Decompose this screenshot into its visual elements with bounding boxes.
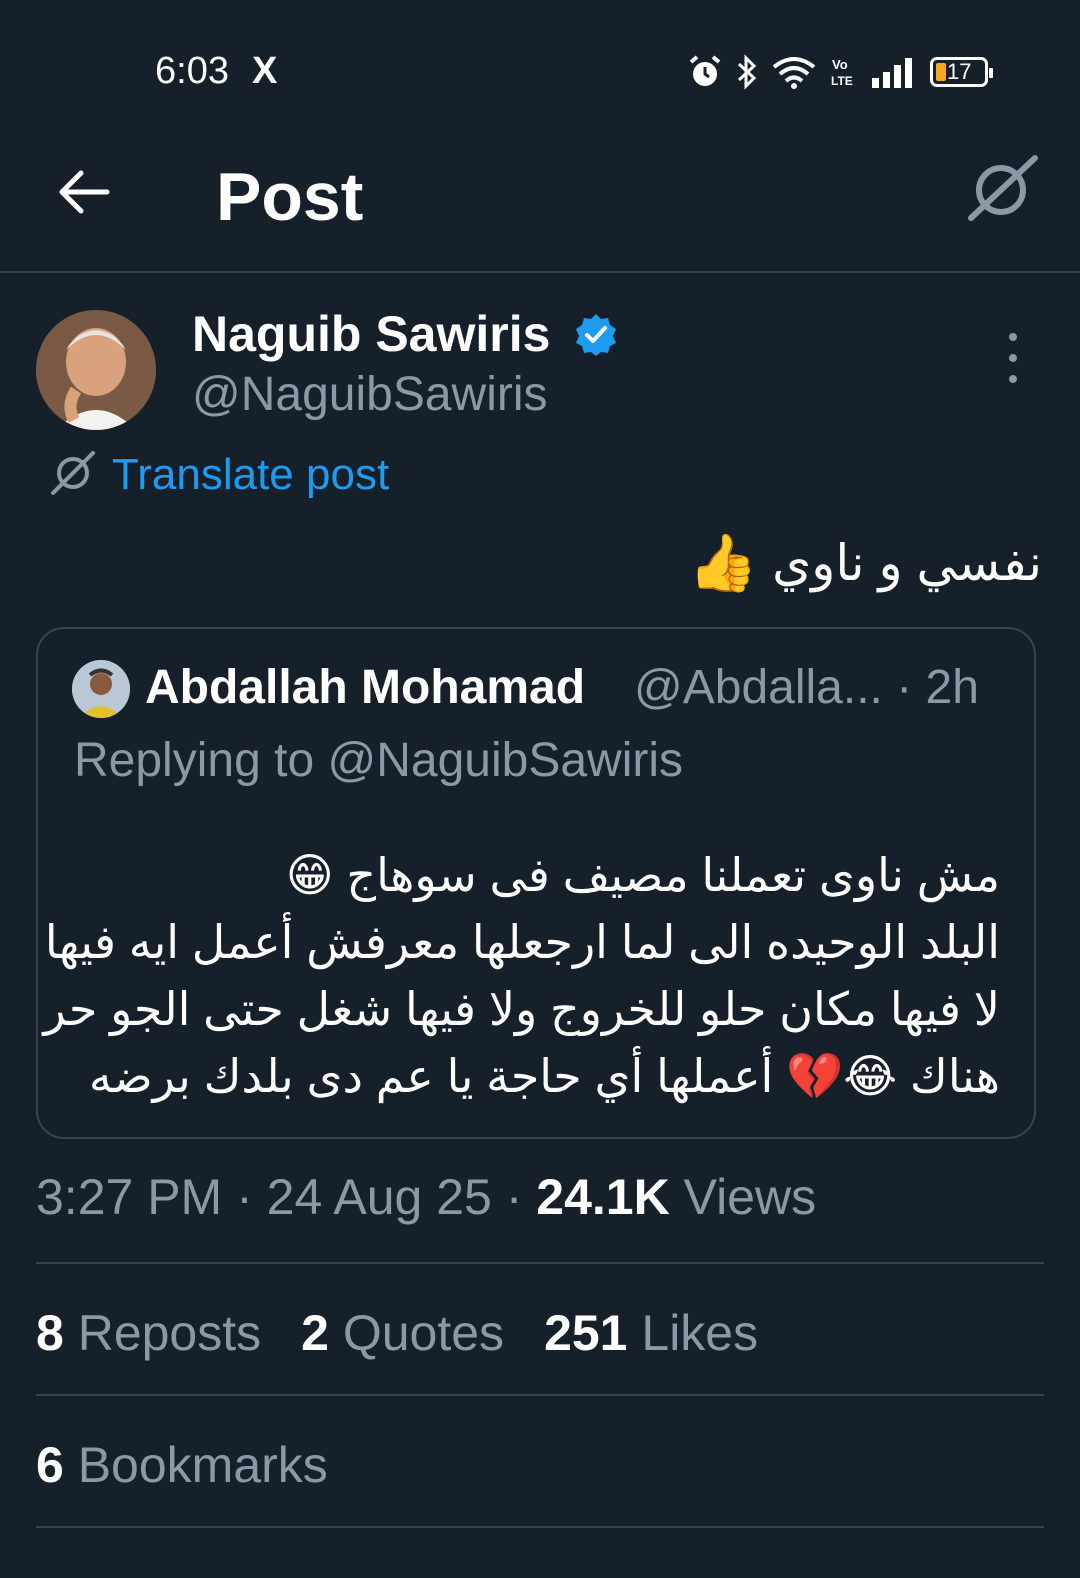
more-dot-icon: [1009, 375, 1017, 383]
arrow-left-icon: [59, 170, 110, 214]
quotes-link[interactable]: 2 Quotes: [301, 1304, 504, 1362]
bookmarks-count: 6: [36, 1437, 64, 1493]
wifi-icon: [772, 57, 816, 89]
translate-post-link[interactable]: Translate post: [112, 450, 389, 500]
quoted-post-text: مش ناوى تعملنا مصيف فى سوهاج 😁 البلد الو…: [43, 842, 1000, 1110]
bookmarks-link[interactable]: 6 Bookmarks: [36, 1436, 328, 1494]
stats-divider: [36, 1394, 1044, 1396]
thumbs-up-emoji: 👍: [688, 531, 759, 594]
battery-icon: 17: [930, 57, 993, 87]
reposts-link[interactable]: 8 Reposts: [36, 1304, 261, 1362]
svg-text:Vo: Vo: [832, 57, 848, 72]
reposts-label: Reposts: [63, 1305, 262, 1361]
likes-label: Likes: [627, 1305, 759, 1361]
bookmarks-divider: [36, 1526, 1044, 1528]
more-dot-icon: [1009, 333, 1017, 341]
quoted-author-name: Abdallah Mohamad: [145, 661, 586, 714]
replying-to-label: Replying to @NaguibSawiris: [74, 734, 683, 787]
grok-button[interactable]: [965, 152, 1041, 228]
volte-icon: Vo LTE: [831, 57, 853, 88]
quotes-label: Quotes: [328, 1305, 505, 1361]
grok-icon: [968, 155, 1038, 221]
post-text-body: نفسي و ناوي: [772, 535, 1042, 591]
engagement-stats: 8 Reposts 2 Quotes 251 Likes: [36, 1304, 758, 1362]
bookmarks-label: Bookmarks: [63, 1437, 328, 1493]
svg-text:LTE: LTE: [831, 74, 853, 88]
author-handle[interactable]: @NaguibSawiris: [192, 367, 548, 422]
post-text: نفسي و ناوي 👍: [688, 530, 1042, 596]
status-icons: Vo LTE 17: [688, 50, 993, 94]
x-app-icon: X: [252, 50, 278, 92]
reposts-count: 8: [36, 1305, 64, 1361]
header-divider: [0, 271, 1080, 273]
author-avatar[interactable]: [36, 310, 156, 430]
quotes-count: 2: [301, 1305, 329, 1361]
meta-divider: [36, 1262, 1044, 1264]
likes-link[interactable]: 251 Likes: [544, 1304, 758, 1362]
battery-level: 17: [947, 59, 972, 84]
post-meta: 3:27 PM · 24 Aug 25 · 24.1K Views: [36, 1168, 816, 1226]
author-name[interactable]: Naguib Sawiris: [192, 305, 550, 363]
views-count: 24.1K: [536, 1169, 670, 1225]
alarm-icon: [689, 55, 721, 86]
likes-count: 251: [544, 1305, 628, 1361]
signal-icon: [872, 58, 912, 88]
status-time: 6:03: [155, 50, 229, 92]
quoted-text-line: مش ناوى تعملنا مصيف فى سوهاج 😁: [285, 849, 1000, 901]
more-dot-icon: [1009, 354, 1017, 362]
grok-translate-icon: [51, 451, 95, 495]
quoted-text-line: هناك 😂💔 أعملها أي حاجة يا عم دى بلدك برض…: [88, 1050, 1000, 1102]
back-button[interactable]: [52, 160, 116, 224]
quoted-text-line: لا فيها مكان حلو للخروج ولا فيها شغل حتى…: [43, 983, 1000, 1035]
bluetooth-icon: [737, 54, 757, 90]
quoted-text-line: البلد الوحيده الى لما ارجعلها معرفش أعمل…: [44, 916, 1000, 968]
verified-badge-icon: [576, 314, 616, 356]
page-title: Post: [216, 159, 364, 235]
quoted-author-avatar: [72, 660, 130, 718]
views-label: Views: [669, 1169, 817, 1225]
more-options-button[interactable]: [998, 333, 1028, 383]
quoted-author-handle: @Abdalla... · 2h: [634, 661, 979, 714]
post-timestamp: 3:27 PM · 24 Aug 25 ·: [36, 1169, 537, 1225]
